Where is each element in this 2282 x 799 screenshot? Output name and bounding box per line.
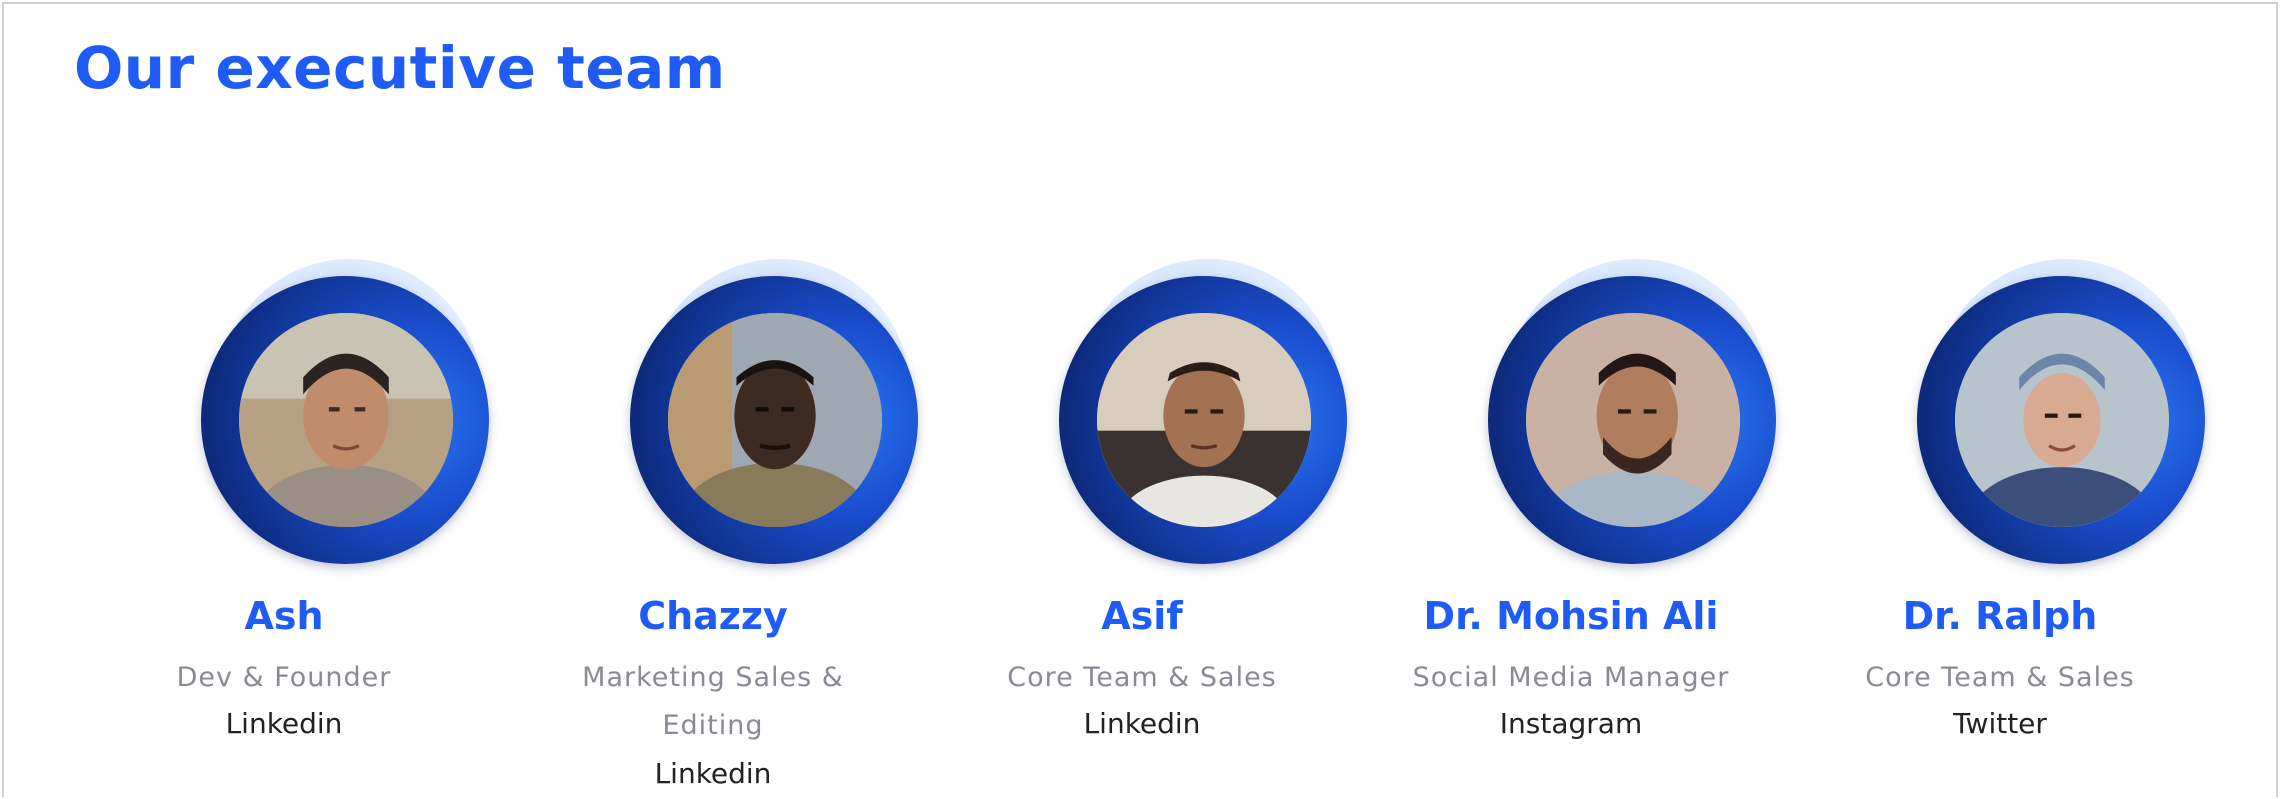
team-member-mohsin-ali: Dr. Mohsin Ali Social Media Manager Inst… — [1361, 259, 1781, 799]
team-section: Our executive team Ash Dev & Founder Lin… — [2, 2, 2278, 797]
member-role: Marketing Sales & Editing — [582, 662, 844, 741]
team-list: Ash Dev & Founder Linkedin Chazzy Market… — [4, 259, 2280, 799]
portrait-image — [239, 313, 453, 527]
portrait-image — [668, 313, 882, 527]
team-member-asif: Asif Core Team & Sales Linkedin — [932, 259, 1352, 799]
member-name: Dr. Ralph — [1902, 594, 2098, 638]
team-member-chazzy: Chazzy Marketing Sales & Editing Linkedi… — [503, 259, 923, 799]
page-title: Our executive team — [74, 34, 726, 102]
member-role: Dev & Founder — [176, 662, 392, 693]
team-member-ash: Ash Dev & Founder Linkedin — [74, 259, 494, 799]
avatar — [1955, 313, 2169, 527]
avatar — [1526, 313, 1740, 527]
portrait-image — [1097, 313, 1311, 527]
member-social-link[interactable]: Twitter — [1730, 707, 2270, 740]
avatar — [668, 313, 882, 527]
member-social-link[interactable]: Linkedin — [443, 757, 983, 790]
portrait-image — [1955, 313, 2169, 527]
team-member-ralph: Dr. Ralph Core Team & Sales Twitter — [1790, 259, 2210, 799]
member-social-link[interactable]: Linkedin — [14, 707, 554, 740]
avatar — [239, 313, 453, 527]
portrait-image — [1526, 313, 1740, 527]
avatar — [1097, 313, 1311, 527]
member-role: Core Team & Sales — [1865, 662, 2135, 693]
